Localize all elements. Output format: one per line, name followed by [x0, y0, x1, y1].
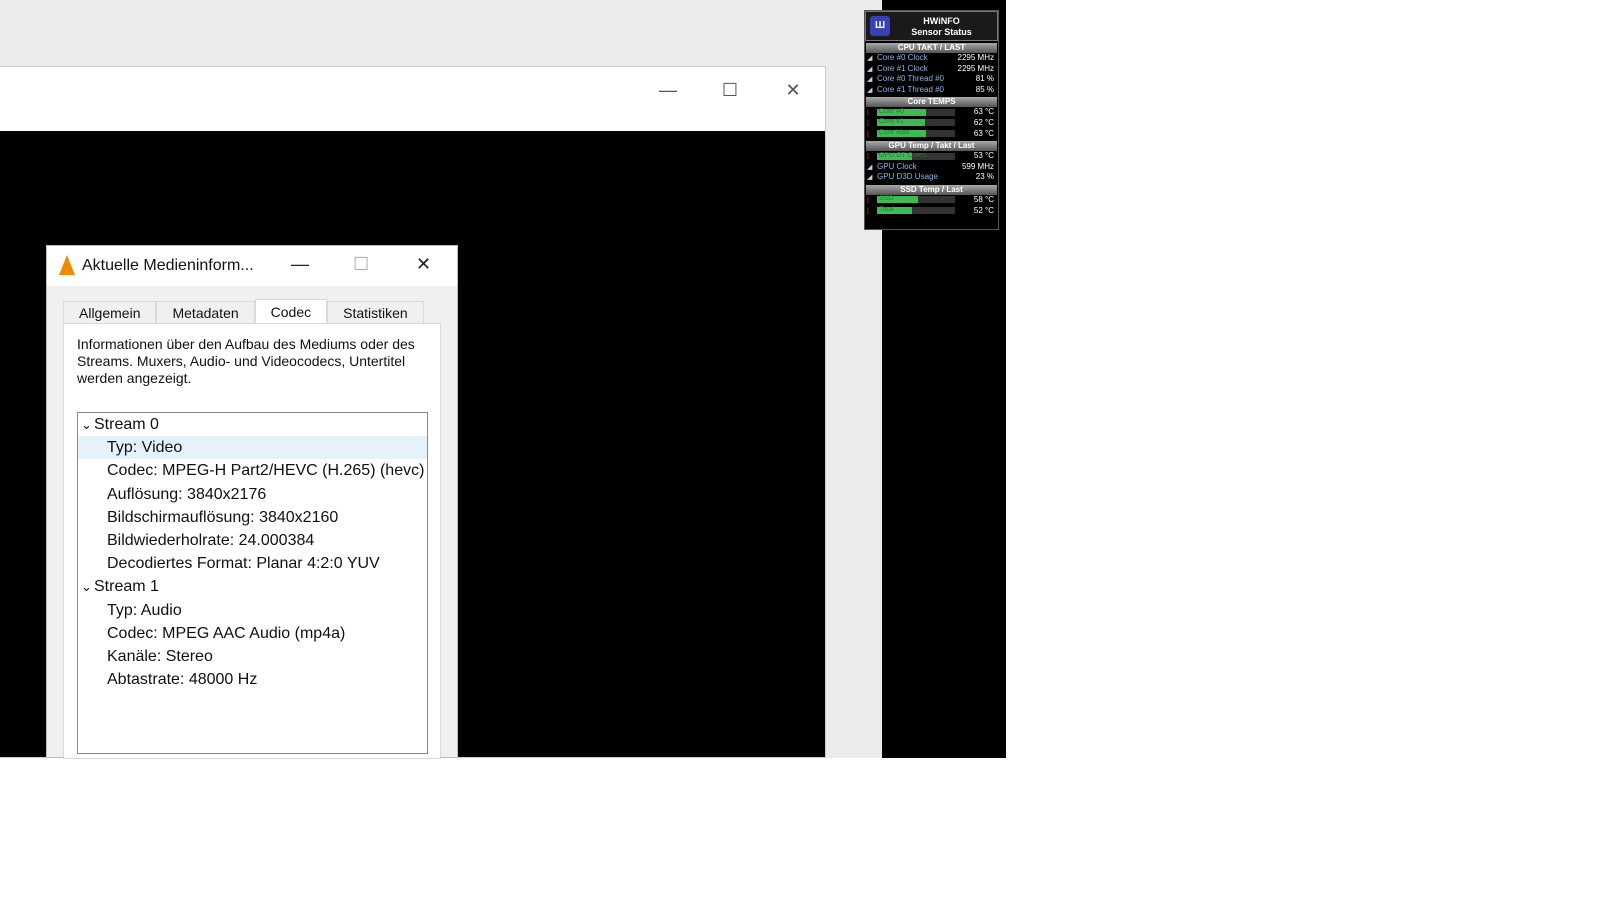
sensor-label: SSD — [879, 195, 894, 203]
stream-property[interactable]: Typ: Video — [78, 436, 427, 460]
codec-panel: Informationen über den Aufbau des Medium… — [63, 323, 441, 759]
sensor-label: Core #0 — [879, 107, 904, 115]
sensor-label: GPU Clock — [877, 161, 917, 171]
sensor-value: 58 °C — [973, 194, 994, 204]
stream-tree[interactable]: ⌄ Stream 0 Typ: Video Codec: MPEG-H Part2/H… — [77, 412, 428, 754]
sensor-value: 53 °C — [973, 151, 994, 161]
codec-description: Informationen über den Aufbau des Medium… — [77, 336, 415, 386]
sensor-label: Core #1 Clock — [877, 63, 928, 73]
close-button[interactable]: ✕ — [773, 75, 813, 105]
dialog-maximize-button[interactable]: ☐ — [353, 254, 369, 275]
stream-property[interactable]: Kanäle: Stereo — [78, 645, 427, 668]
tab-statistiken[interactable]: Statistiken — [327, 301, 424, 324]
chip-icon: ◢ — [867, 174, 873, 182]
stream-property[interactable]: Bildwiederholrate: 24.000384 — [78, 529, 427, 552]
stream-property[interactable]: Typ: Audio — [78, 599, 427, 622]
stream-property[interactable]: Decodiertes Format: Planar 4:2:0 YUV — [78, 552, 427, 575]
hwinfo-subtitle: Sensor Status — [911, 27, 972, 37]
thermometer-icon: ⌊ — [867, 153, 870, 161]
tab-metadaten[interactable]: Metadaten — [156, 301, 255, 324]
sensor-label: GPU D3D Usage — [877, 172, 938, 182]
sensor-bar: Core Max — [877, 128, 955, 137]
tab-allgemein[interactable]: Allgemein — [63, 301, 157, 324]
minimize-button[interactable]: — — [648, 75, 688, 105]
stream-node[interactable]: ⌄ Stream 1 — [78, 575, 427, 598]
stream-node[interactable]: ⌄ Stream 0 — [78, 413, 427, 436]
chip-icon: ◢ — [867, 163, 873, 171]
chip-icon: ◢ — [867, 65, 873, 73]
hwinfo-logo-icon: Ш — [870, 16, 890, 36]
sensor-bar: Core #0 — [877, 107, 955, 116]
sensor-value: 81 % — [975, 74, 994, 84]
sensor-label: Total — [879, 205, 894, 213]
sensor-bar: Core #1 — [877, 118, 955, 127]
sensor-label: Core #0 Clock — [877, 53, 928, 62]
sensor-label: GPU GT Cores — [879, 151, 927, 159]
stream-property[interactable]: Bildschirmauflösung: 3840x2160 — [78, 506, 427, 529]
thermometer-icon: ⌊ — [867, 130, 870, 138]
chip-icon: ◢ — [867, 76, 873, 84]
dialog-minimize-button[interactable]: — — [291, 254, 309, 275]
thermometer-icon: ⌊ — [867, 119, 870, 127]
sensor-value: 85 % — [975, 84, 994, 94]
sensor-value: 2295 MHz — [957, 53, 994, 62]
sensor-section-header: CPU TAKT / LAST — [866, 43, 997, 53]
sensor-row: ⌊ Core Max 63 °C — [865, 129, 998, 140]
sensor-bar: GPU GT Cores — [877, 151, 955, 160]
stream-property[interactable]: Auflösung: 3840x2176 — [78, 483, 427, 506]
sensor-row: ⌊ Total 52 °C — [865, 206, 998, 217]
dialog-title-bar[interactable]: Aktuelle Medieninform... — ☐ ✕ — [47, 246, 457, 286]
sensor-bar: Total — [877, 205, 955, 214]
sensor-label: Core #0 Thread #0 — [877, 74, 945, 84]
sensor-row: ◢ Core #1 Clock 2295 MHz — [865, 64, 998, 75]
stream-label: Stream 1 — [94, 578, 159, 596]
media-info-dialog: Aktuelle Medieninform... — ☐ ✕ Allgemein… — [46, 245, 458, 759]
sensor-row: ◢ Core #1 Thread #0 85 % — [865, 85, 998, 96]
sensor-value: 52 °C — [973, 205, 994, 215]
stream-label: Stream 0 — [94, 416, 159, 433]
sensor-value: 63 °C — [973, 107, 994, 117]
thermometer-icon: ⌊ — [867, 109, 870, 117]
player-title-bar[interactable]: — ☐ ✕ — [0, 67, 825, 131]
chip-icon: ◢ — [867, 86, 873, 94]
chevron-down-icon[interactable]: ⌄ — [81, 575, 92, 598]
sensor-label: Core #1 — [879, 118, 904, 126]
stream-property[interactable]: Codec: MPEG AAC Audio (mp4a) — [78, 622, 427, 645]
sensor-row: ◢ GPU D3D Usage 23 % — [865, 172, 998, 183]
maximize-button[interactable]: ☐ — [710, 75, 750, 105]
sensor-row: ◢ Core #0 Clock 2295 MHz — [865, 53, 998, 64]
thermometer-icon: ⌊ — [867, 196, 870, 204]
sensor-label: Core Max — [879, 128, 910, 136]
hwinfo-sensor-panel: Ш HWiNFO Sensor Status CPU TAKT / LAST ◢ C… — [864, 10, 999, 230]
sensor-label: Core #1 Thread #0 — [877, 84, 945, 94]
vlc-cone-icon — [59, 255, 75, 275]
sensor-value: 62 °C — [973, 117, 994, 127]
chevron-down-icon[interactable]: ⌄ — [81, 413, 92, 436]
sensor-row: ⌊ GPU GT Cores 53 °C — [865, 151, 998, 162]
sensor-value: 23 % — [975, 172, 994, 182]
dialog-close-button[interactable]: ✕ — [416, 254, 431, 275]
tab-codec[interactable]: Codec — [254, 299, 328, 324]
sensor-value: 63 °C — [973, 128, 994, 138]
stream-property[interactable]: Codec: MPEG-H Part2/HEVC (H.265) (hevc) — [78, 459, 427, 482]
hwinfo-header: Ш HWiNFO Sensor Status — [865, 11, 998, 41]
sensor-row: ◢ Core #0 Thread #0 81 % — [865, 74, 998, 85]
chip-icon: ◢ — [867, 55, 873, 62]
sensor-bar: SSD — [877, 195, 955, 204]
stream-property[interactable]: Abtastrate: 48000 Hz — [78, 668, 427, 691]
sensor-row: ◢ GPU Clock 599 MHz — [865, 162, 998, 173]
hwinfo-title: HWiNFO — [923, 16, 960, 26]
sensor-value: 2295 MHz — [957, 63, 994, 73]
dialog-title: Aktuelle Medieninform... — [82, 257, 254, 274]
thermometer-icon: ⌊ — [867, 207, 870, 215]
sensor-value: 599 MHz — [961, 161, 994, 171]
